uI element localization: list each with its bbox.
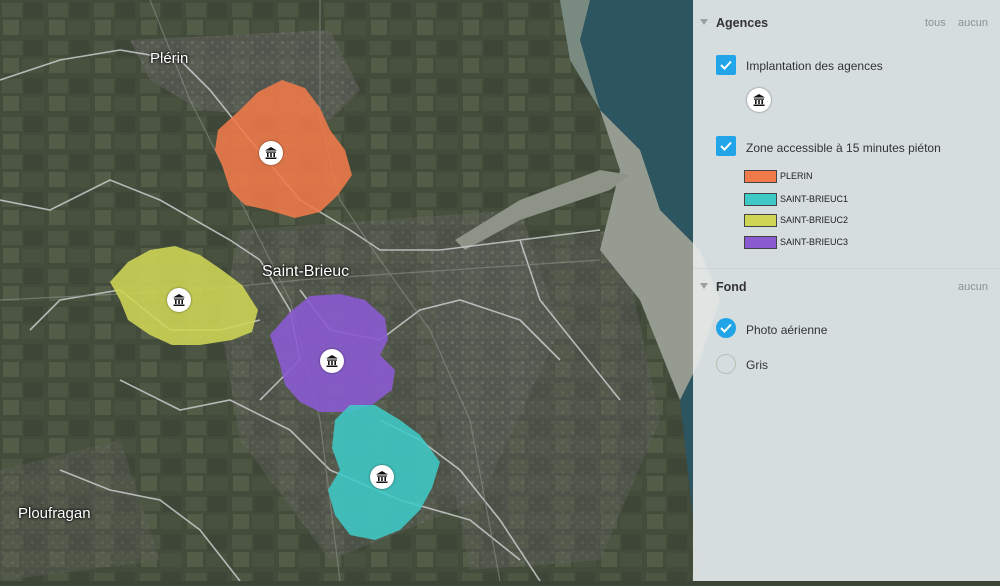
radio-photo-aerienne[interactable] xyxy=(716,318,736,338)
legend-swatch-plerin xyxy=(744,170,777,183)
legend-swatch-saint-brieuc2 xyxy=(744,214,777,227)
agency-marker-saint-brieuc3[interactable] xyxy=(320,349,344,373)
agency-marker-saint-brieuc1[interactable] xyxy=(370,465,394,489)
layer-label-implantation: Implantation des agences xyxy=(746,59,883,73)
section-divider xyxy=(693,268,1000,269)
legend-label-saint-brieuc3: SAINT-BRIEUC3 xyxy=(780,237,849,247)
bank-icon xyxy=(173,294,185,306)
section-title-agences: Agences xyxy=(716,16,769,30)
bank-icon xyxy=(376,471,388,483)
bank-icon xyxy=(326,355,338,367)
section-header-fond[interactable]: Fond aucun xyxy=(693,278,1000,298)
legend-agency-marker xyxy=(747,88,771,112)
caret-down-icon[interactable] xyxy=(700,283,708,289)
agency-marker-plerin[interactable] xyxy=(259,141,283,165)
section-header-agences[interactable]: Agences tous aucun xyxy=(693,14,1000,34)
select-none-link-agences[interactable]: aucun xyxy=(958,17,988,29)
caret-down-icon[interactable] xyxy=(700,19,708,25)
checkmark-icon xyxy=(720,323,732,333)
checkbox-implantation-agences[interactable] xyxy=(716,55,736,75)
radio-gris[interactable] xyxy=(716,354,736,374)
place-label-plerin: Plérin xyxy=(150,50,189,67)
agency-marker-saint-brieuc2[interactable] xyxy=(167,288,191,312)
legend-swatch-saint-brieuc3 xyxy=(744,236,777,249)
layer-panel: Agences tous aucun Implantation des agen… xyxy=(693,0,1000,581)
section-title-fond: Fond xyxy=(716,280,747,294)
bank-icon xyxy=(265,147,277,159)
option-label-gris: Gris xyxy=(746,358,768,372)
legend-label-plerin: PLERIN xyxy=(780,171,813,181)
place-label-ploufragan: Ploufragan xyxy=(18,505,91,522)
place-label-saint-brieuc: Saint-Brieuc xyxy=(262,263,350,280)
legend-label-saint-brieuc2: SAINT-BRIEUC2 xyxy=(780,215,849,225)
checkmark-icon xyxy=(720,141,732,151)
option-label-photo-aerienne: Photo aérienne xyxy=(746,323,828,337)
checkbox-zone-accessible[interactable] xyxy=(716,136,736,156)
select-none-link-fond[interactable]: aucun xyxy=(958,281,988,293)
legend-swatch-saint-brieuc1 xyxy=(744,193,777,206)
bank-icon xyxy=(753,94,765,106)
legend-label-saint-brieuc1: SAINT-BRIEUC1 xyxy=(780,194,849,204)
checkmark-icon xyxy=(720,60,732,70)
layer-label-zone-accessible: Zone accessible à 15 minutes piéton xyxy=(746,141,941,155)
select-all-link[interactable]: tous xyxy=(925,17,946,29)
